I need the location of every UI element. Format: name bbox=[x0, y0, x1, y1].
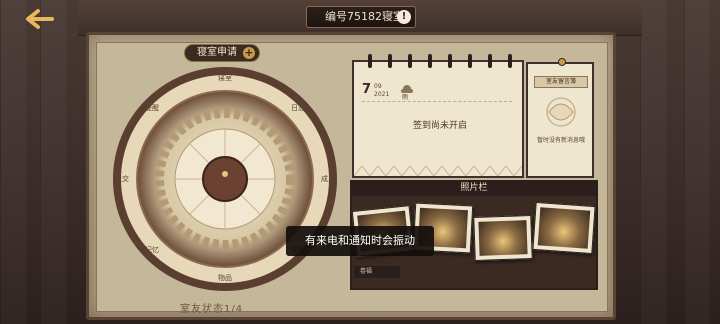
checkin-note: 签到尚未开启 bbox=[412, 121, 467, 131]
alert-icon[interactable]: ! bbox=[397, 10, 411, 24]
message-card-title: 室友留言簿 bbox=[534, 76, 588, 88]
calendar-ring bbox=[488, 54, 492, 68]
wheel-graphic bbox=[113, 67, 337, 291]
calendar-ring bbox=[368, 54, 372, 68]
wheel-label[interactable]: 提醒 bbox=[145, 103, 159, 113]
calendar-year: 2021 bbox=[374, 91, 390, 98]
back-arrow-icon bbox=[26, 9, 54, 29]
calendar-ring bbox=[508, 54, 512, 68]
wall-plank bbox=[684, 0, 710, 324]
dorm-title: 编号75182寝室 ! bbox=[306, 6, 416, 28]
photo-thumbnail[interactable] bbox=[473, 215, 533, 261]
message-card-text: 暂时没有新消息哦 bbox=[536, 137, 585, 144]
dorm-apply-button[interactable]: 寝室申请 + bbox=[184, 44, 260, 62]
wheel-label[interactable]: 物品 bbox=[218, 273, 232, 283]
wheel-label[interactable]: 记忆 bbox=[145, 245, 159, 255]
roommate-message-card[interactable]: 室友留言簿 暂时没有新消息哦 bbox=[526, 58, 594, 178]
calendar-ring bbox=[428, 54, 432, 68]
dorm-apply-label: 寝室申请 bbox=[197, 47, 237, 58]
dorm-wheel[interactable]: 寝室 日志 成员 装修 物品 记忆 社交 提醒 bbox=[110, 64, 340, 294]
calendar-month: 09 bbox=[374, 83, 382, 90]
calendar-ring bbox=[388, 54, 392, 68]
photo-thumbnail[interactable] bbox=[532, 201, 596, 255]
wall-plank bbox=[40, 0, 66, 324]
calendar-ring bbox=[408, 54, 412, 68]
wheel-label[interactable]: 成员 bbox=[321, 174, 335, 184]
back-button[interactable] bbox=[22, 6, 56, 32]
album-tag[interactable]: 卷福 bbox=[354, 266, 400, 278]
calendar-zigzag bbox=[354, 165, 522, 176]
wheel-label[interactable]: 日志 bbox=[291, 103, 305, 113]
dorm-title-text: 编号75182寝室 bbox=[325, 10, 404, 23]
wheel-label[interactable]: 社交 bbox=[115, 174, 129, 184]
roommate-status: 室友状态1/4 bbox=[180, 304, 244, 315]
photo-wall-title: 照片栏 bbox=[350, 180, 598, 196]
calendar-ring bbox=[468, 54, 472, 68]
plus-icon: + bbox=[243, 46, 255, 59]
wall-plank bbox=[0, 0, 26, 324]
wheel-label[interactable]: 寝室 bbox=[218, 73, 232, 83]
calendar-day: 7 bbox=[362, 82, 372, 97]
pin-icon bbox=[558, 58, 566, 66]
checkin-calendar[interactable]: 7 09 2021 雨 签到尚未开启 bbox=[352, 54, 524, 178]
wall-plank bbox=[640, 0, 666, 324]
ornament-icon bbox=[546, 97, 576, 127]
calendar-ring bbox=[448, 54, 452, 68]
wheel-center-hub[interactable] bbox=[202, 156, 248, 202]
calendar-weather: 雨 bbox=[402, 94, 409, 101]
calendar-date: 7 09 2021 雨 bbox=[362, 82, 512, 102]
toast-notification: 有来电和通知时会振动 bbox=[286, 226, 434, 256]
